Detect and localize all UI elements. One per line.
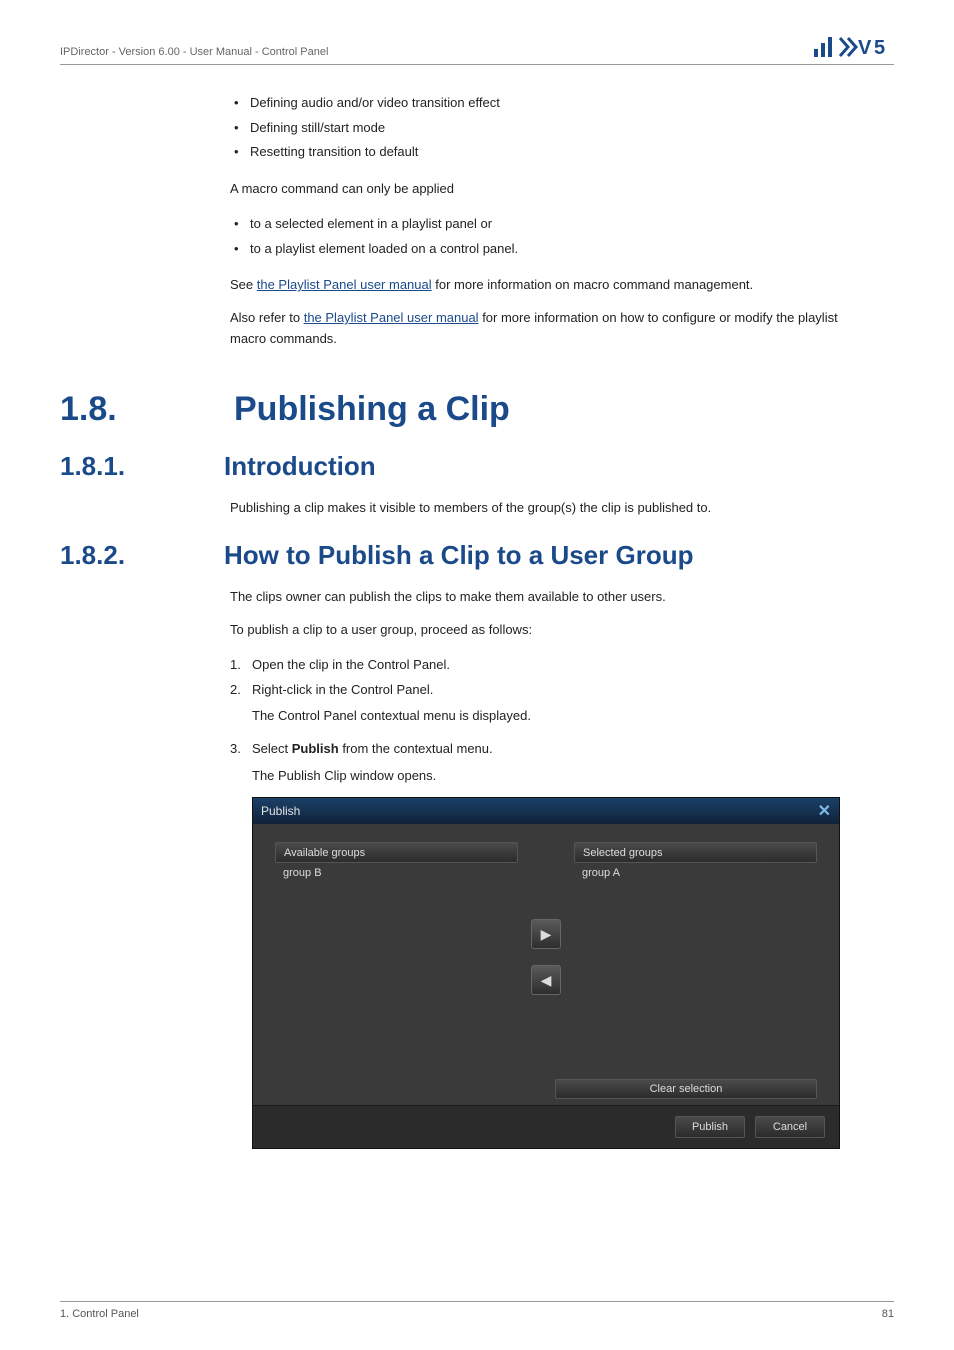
step-text: Open the clip in the Control Panel. xyxy=(252,657,450,672)
available-groups-header: Available groups xyxy=(275,842,518,863)
text: See xyxy=(230,277,257,292)
step-3: 3. Select Publish from the contextual me… xyxy=(230,737,854,762)
section-1-8-1-heading: 1.8.1. Introduction xyxy=(60,451,894,482)
publish-bold: Publish xyxy=(292,741,339,756)
page-header: IPDirector - Version 6.00 - User Manual … xyxy=(60,36,894,65)
section-1-8-2-heading: 1.8.2. How to Publish a Clip to a User G… xyxy=(60,540,894,571)
step-2-sub: The Control Panel contextual menu is dis… xyxy=(252,706,854,727)
svg-text:V: V xyxy=(858,37,872,58)
dialog-footer: Publish Cancel xyxy=(253,1105,839,1148)
list-item[interactable]: group A xyxy=(582,867,809,879)
step-number: 3. xyxy=(230,737,241,762)
howto-lead-2: To publish a clip to a user group, proce… xyxy=(230,620,854,641)
heading-text: How to Publish a Clip to a User Group xyxy=(224,540,693,571)
step-number: 1. xyxy=(230,653,241,678)
cancel-button[interactable]: Cancel xyxy=(755,1116,825,1138)
playlist-manual-link[interactable]: the Playlist Panel user manual xyxy=(257,277,432,292)
step-2: 2. Right-click in the Control Panel. xyxy=(230,678,854,703)
clear-selection-button[interactable]: Clear selection xyxy=(555,1079,817,1099)
see-paragraph: See the Playlist Panel user manual for m… xyxy=(230,275,854,296)
breadcrumb: IPDirector - Version 6.00 - User Manual … xyxy=(60,46,328,58)
list-item: Defining still/start mode xyxy=(230,116,854,141)
available-groups-column: Available groups group B xyxy=(275,842,518,1073)
list-item: Defining audio and/or video transition e… xyxy=(230,91,854,116)
triangle-left-icon: ◀ xyxy=(541,972,552,989)
intro-paragraph: Publishing a clip makes it visible to me… xyxy=(230,498,854,519)
evs-wordmark-icon: V 5 xyxy=(838,36,894,58)
text: for more information on macro command ma… xyxy=(432,277,754,292)
svg-text:5: 5 xyxy=(874,37,885,58)
close-icon[interactable]: ✕ xyxy=(818,801,831,821)
section-1-8-heading: 1.8. Publishing a Clip xyxy=(60,390,894,429)
selected-groups-header: Selected groups xyxy=(574,842,817,863)
heading-number: 1.8.2. xyxy=(60,540,200,571)
heading-text: Publishing a Clip xyxy=(234,390,510,429)
dialog-titlebar: Publish ✕ xyxy=(253,798,839,824)
step-number: 2. xyxy=(230,678,241,703)
move-right-button[interactable]: ▶ xyxy=(531,919,561,949)
howto-lead-1: The clips owner can publish the clips to… xyxy=(230,587,854,608)
macro-intro: A macro command can only be applied xyxy=(230,179,854,200)
footer-left: 1. Control Panel xyxy=(60,1308,139,1320)
logo-bars-icon xyxy=(814,37,832,57)
apply-bullets: to a selected element in a playlist pane… xyxy=(230,212,854,261)
heading-number: 1.8.1. xyxy=(60,451,200,482)
selected-groups-column: Selected groups group A xyxy=(574,842,817,1073)
text: Also refer to xyxy=(230,310,304,325)
step-1: 1. Open the clip in the Control Panel. xyxy=(230,653,854,678)
dialog-title: Publish xyxy=(261,804,300,818)
steps-list-cont: 3. Select Publish from the contextual me… xyxy=(230,737,854,762)
page-footer: 1. Control Panel 81 xyxy=(60,1301,894,1320)
move-left-button[interactable]: ◀ xyxy=(531,965,561,995)
heading-number: 1.8. xyxy=(60,390,200,429)
footer-page-number: 81 xyxy=(882,1308,894,1320)
playlist-manual-link-2[interactable]: the Playlist Panel user manual xyxy=(304,310,479,325)
also-paragraph: Also refer to the Playlist Panel user ma… xyxy=(230,308,854,350)
text: from the contextual menu. xyxy=(339,741,493,756)
step-3-sub: The Publish Clip window opens. xyxy=(252,766,854,787)
triangle-right-icon: ▶ xyxy=(541,926,552,943)
available-groups-list[interactable]: group B xyxy=(275,863,518,1073)
selected-groups-list[interactable]: group A xyxy=(574,863,817,1073)
heading-text: Introduction xyxy=(224,451,376,482)
transition-bullets: Defining audio and/or video transition e… xyxy=(230,91,854,165)
evs-logo: V 5 xyxy=(814,36,894,58)
list-item: to a selected element in a playlist pane… xyxy=(230,212,854,237)
list-item: to a playlist element loaded on a contro… xyxy=(230,237,854,262)
publish-dialog: Publish ✕ Available groups group B ▶ ◀ xyxy=(252,797,840,1149)
text: Select xyxy=(252,741,292,756)
list-item: Resetting transition to default xyxy=(230,140,854,165)
transfer-buttons: ▶ ◀ xyxy=(528,842,564,1073)
step-text: Right-click in the Control Panel. xyxy=(252,682,433,697)
list-item[interactable]: group B xyxy=(283,867,510,879)
publish-button[interactable]: Publish xyxy=(675,1116,745,1138)
steps-list: 1. Open the clip in the Control Panel. 2.… xyxy=(230,653,854,702)
